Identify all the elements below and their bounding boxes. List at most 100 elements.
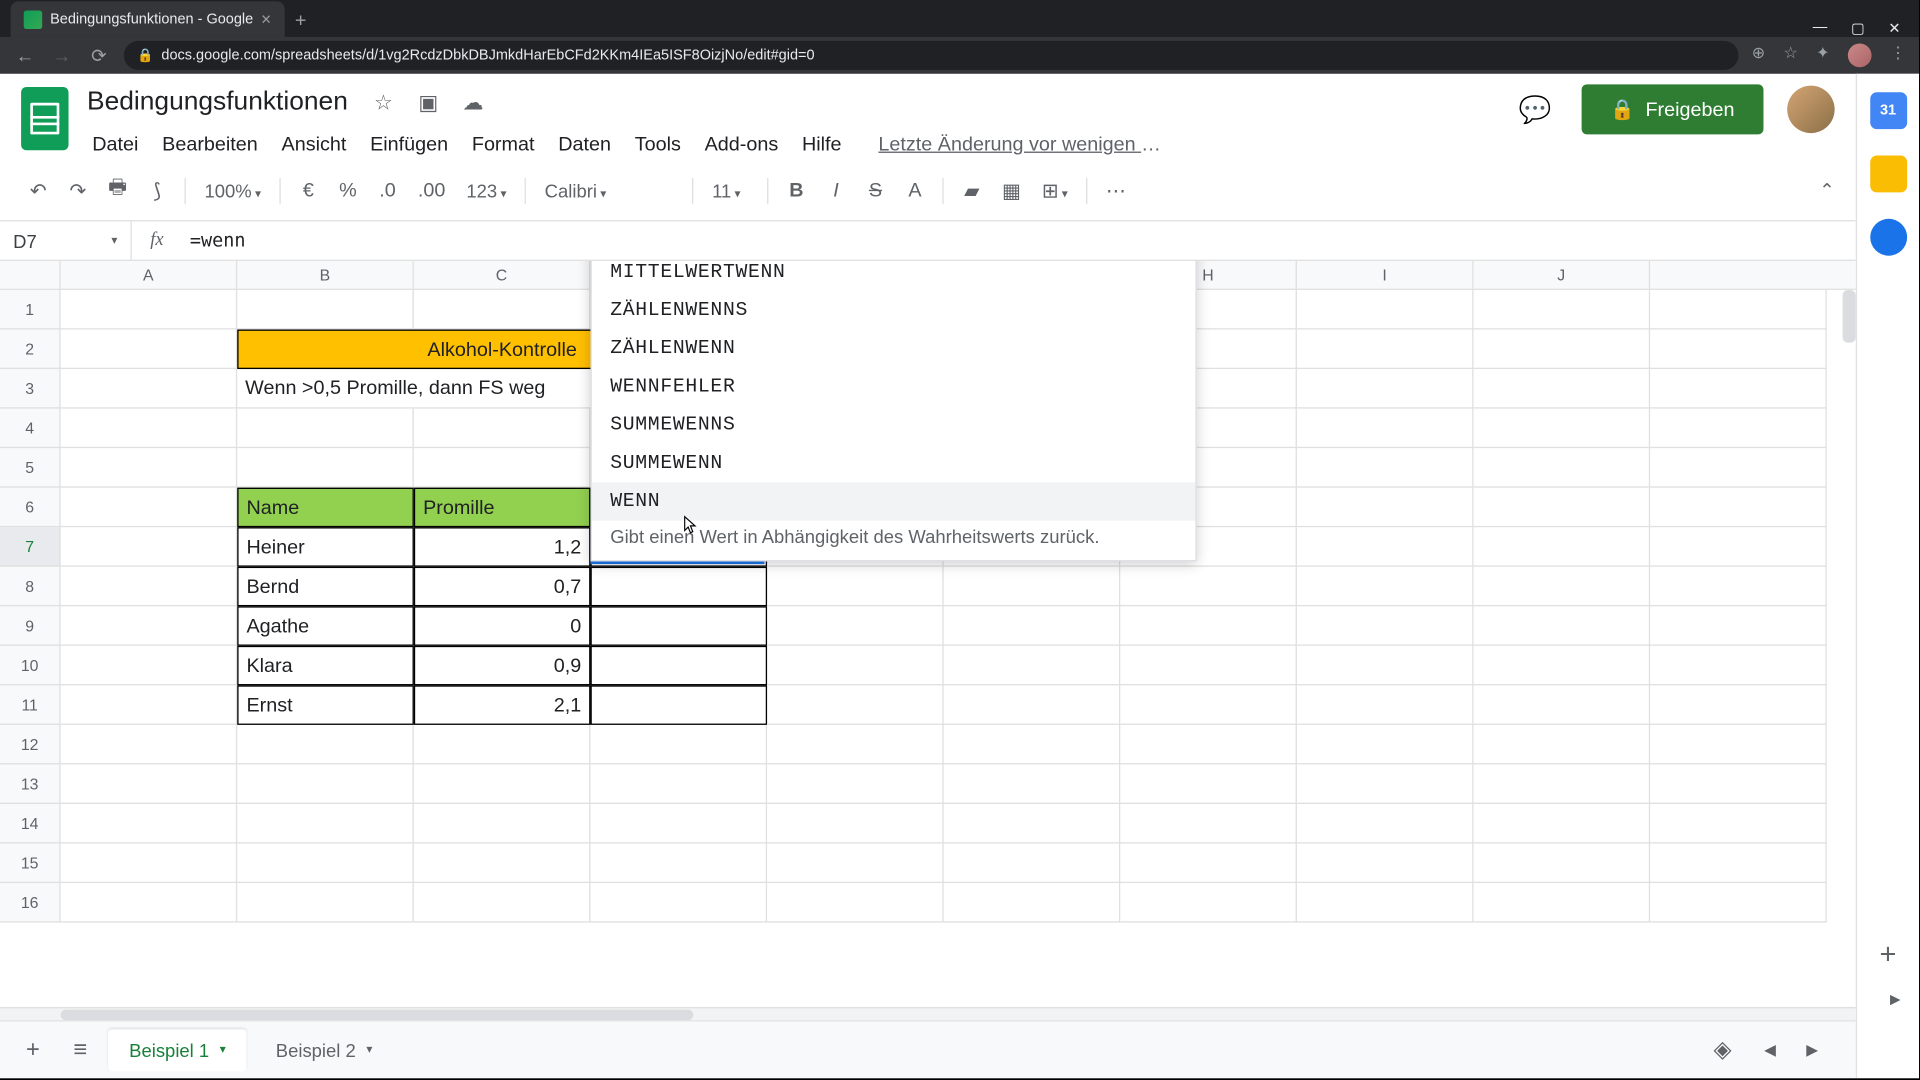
cell[interactable]	[1650, 844, 1827, 884]
cell[interactable]	[1474, 804, 1651, 844]
menu-format[interactable]: Format	[461, 128, 545, 161]
row-header[interactable]: 13	[0, 764, 61, 804]
cell[interactable]	[1474, 330, 1651, 370]
cell[interactable]	[1297, 330, 1474, 370]
cell[interactable]	[414, 448, 591, 488]
cell-reference-box[interactable]: D7	[0, 221, 132, 259]
back-icon[interactable]: ←	[13, 45, 37, 66]
cell[interactable]	[1650, 646, 1827, 686]
col-header[interactable]: C	[414, 261, 591, 289]
autocomplete-item[interactable]: ZÄHLENWENNS	[592, 291, 1196, 329]
result-cell[interactable]	[590, 685, 767, 725]
cell[interactable]	[1297, 527, 1474, 567]
table-header-cell[interactable]: Name	[237, 488, 414, 528]
cell[interactable]	[590, 764, 767, 804]
cell[interactable]	[767, 764, 944, 804]
cell[interactable]	[1474, 527, 1651, 567]
undo-button[interactable]: ↶	[21, 173, 55, 207]
cell[interactable]	[1650, 685, 1827, 725]
fill-color-button[interactable]: ▰	[955, 173, 989, 207]
reload-icon[interactable]: ⟳	[87, 44, 111, 66]
cell[interactable]	[1650, 369, 1827, 409]
cell[interactable]	[944, 725, 1121, 765]
collapse-toolbar-icon[interactable]: ⌃	[1819, 179, 1834, 201]
horizontal-scrollbar[interactable]	[0, 1007, 1856, 1020]
cell[interactable]	[944, 844, 1121, 884]
cell[interactable]	[237, 290, 414, 330]
vertical-scrollbar[interactable]	[1843, 290, 1856, 343]
row-header[interactable]: 8	[0, 567, 61, 607]
share-button[interactable]: 🔒 Freigeben	[1581, 84, 1763, 134]
cell[interactable]	[61, 567, 238, 607]
address-bar[interactable]: 🔒 docs.google.com/spreadsheets/d/1vg2Rcd…	[124, 41, 1739, 70]
cell[interactable]	[1297, 883, 1474, 923]
autocomplete-item[interactable]: SUMMEWENNS	[592, 406, 1196, 444]
value-cell[interactable]: 0,9	[414, 646, 591, 686]
font-dropdown[interactable]: Calibri	[537, 175, 682, 207]
cell[interactable]	[1474, 409, 1651, 449]
cell[interactable]	[944, 764, 1121, 804]
cell[interactable]	[414, 883, 591, 923]
new-tab-button[interactable]: +	[284, 4, 317, 37]
value-cell[interactable]: 0,7	[414, 567, 591, 607]
cell[interactable]	[767, 883, 944, 923]
close-window-icon[interactable]: ✕	[1888, 20, 1900, 37]
cell[interactable]	[1650, 725, 1827, 765]
cell[interactable]	[767, 606, 944, 646]
minimize-icon[interactable]: —	[1813, 20, 1827, 37]
cell[interactable]	[1474, 725, 1651, 765]
row-header[interactable]: 15	[0, 844, 61, 884]
cell[interactable]	[590, 725, 767, 765]
cell[interactable]	[61, 488, 238, 528]
name-cell[interactable]: Agathe	[237, 606, 414, 646]
number-format-dropdown[interactable]: 123	[458, 175, 514, 207]
cell[interactable]	[61, 448, 238, 488]
calendar-icon[interactable]: 31	[1870, 92, 1907, 129]
cell[interactable]	[767, 844, 944, 884]
cell[interactable]	[1474, 764, 1651, 804]
cell[interactable]	[1297, 409, 1474, 449]
row-header[interactable]: 2	[0, 330, 61, 370]
cell[interactable]	[1120, 764, 1297, 804]
cell[interactable]	[414, 409, 591, 449]
autocomplete-item[interactable]: WENNFEHLER	[592, 368, 1196, 406]
decrease-decimal-button[interactable]: .0	[370, 174, 404, 207]
col-header[interactable]: B	[237, 261, 414, 289]
table-header-cell[interactable]: Promille	[414, 488, 591, 528]
cell[interactable]	[61, 844, 238, 884]
row-header[interactable]: 11	[0, 685, 61, 725]
explore-button[interactable]: ◈	[1703, 1030, 1743, 1070]
more-toolbar-button[interactable]: ⋯	[1098, 173, 1134, 207]
autocomplete-item[interactable]: MITTELWERTWENN	[592, 261, 1196, 291]
cell[interactable]	[1120, 883, 1297, 923]
value-cell[interactable]: 0	[414, 606, 591, 646]
cell[interactable]	[944, 883, 1121, 923]
comments-icon[interactable]: 💬	[1513, 87, 1558, 132]
cell[interactable]	[61, 883, 238, 923]
col-header[interactable]: J	[1474, 261, 1651, 289]
spreadsheet-grid[interactable]: A B C D H I J 12345678910111213141516 Al…	[0, 261, 1856, 1007]
cell[interactable]	[414, 764, 591, 804]
cell[interactable]	[1120, 804, 1297, 844]
name-cell[interactable]: Klara	[237, 646, 414, 686]
cell[interactable]	[944, 804, 1121, 844]
move-icon[interactable]: ▣	[414, 89, 443, 115]
cell[interactable]	[237, 764, 414, 804]
cell[interactable]	[767, 685, 944, 725]
cell[interactable]	[1120, 606, 1297, 646]
cell[interactable]	[1297, 606, 1474, 646]
menu-help[interactable]: Hilfe	[791, 128, 852, 161]
cell[interactable]	[237, 804, 414, 844]
cell[interactable]	[1650, 883, 1827, 923]
cell[interactable]	[1474, 488, 1651, 528]
cell[interactable]	[1297, 804, 1474, 844]
cell[interactable]	[944, 567, 1121, 607]
cell[interactable]	[1650, 606, 1827, 646]
row-header[interactable]: 4	[0, 409, 61, 449]
cell[interactable]	[237, 725, 414, 765]
cell[interactable]	[1474, 448, 1651, 488]
currency-button[interactable]: €	[291, 174, 325, 207]
cell[interactable]	[1297, 488, 1474, 528]
sheet-tab-2[interactable]: Beispiel 2	[255, 1029, 394, 1071]
autocomplete-item[interactable]: WENN	[592, 482, 1196, 520]
